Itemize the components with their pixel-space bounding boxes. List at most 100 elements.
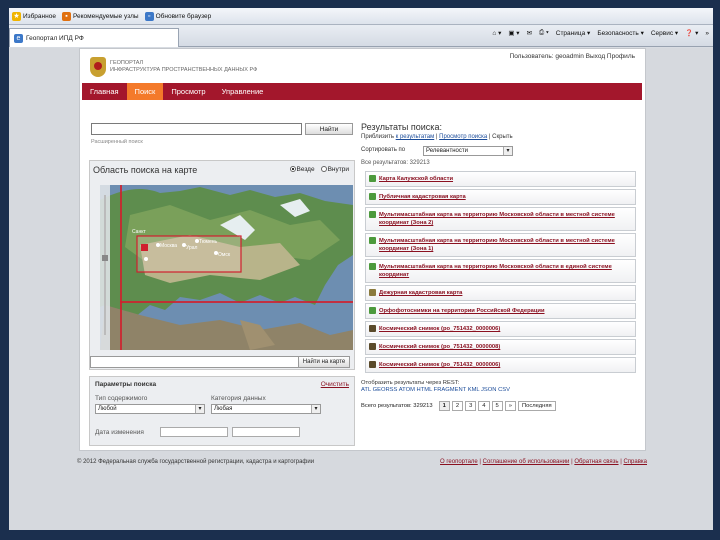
content-type-select[interactable]: Любой xyxy=(95,404,205,414)
result-title[interactable]: Космический снимок (ро_751432_0000006) xyxy=(379,326,500,332)
data-category-label: Категория данных xyxy=(211,395,266,402)
map-layer-icon xyxy=(369,175,376,182)
map-marker-icon xyxy=(141,244,148,251)
feedback-link[interactable]: Обратная связь xyxy=(574,459,618,465)
result-title[interactable]: Мультимасштабная карта на территорию Мос… xyxy=(379,212,615,226)
pagination: Всего результатов: 329213 1 2 3 4 5 » По… xyxy=(361,401,556,411)
result-title[interactable]: Космический снимок (ро_751432_0000008) xyxy=(379,344,500,350)
map-layer-icon xyxy=(369,263,376,270)
user-bar[interactable]: Пользователь: geoadmin Выход Профиль xyxy=(510,53,635,60)
map-layer-icon xyxy=(369,211,376,218)
map-label: Тюмень xyxy=(199,239,218,245)
page-3[interactable]: 3 xyxy=(465,401,477,411)
map-layer-icon xyxy=(369,307,376,314)
nav-search[interactable]: Поиск xyxy=(126,83,164,100)
recommended-sites-link[interactable]: ▪ Рекомендуемые узлы xyxy=(61,11,139,21)
result-item[interactable]: Мультимасштабная карта на территорию Мос… xyxy=(365,259,636,283)
sort-select[interactable]: Релевантности xyxy=(423,146,513,156)
result-title[interactable]: Мультимасштабная карта на территорию Мос… xyxy=(379,264,612,278)
nav-home[interactable]: Главная xyxy=(82,83,127,100)
tools-menu[interactable]: Сервис ▾ xyxy=(651,29,678,37)
result-title[interactable]: Карта Калужской области xyxy=(379,176,453,182)
result-item[interactable]: Карта Калужской области xyxy=(365,171,636,187)
update-browser-link[interactable]: ▫ Обновите браузер xyxy=(144,11,211,21)
search-params-panel: Параметры поиска Очистить Тип содержимог… xyxy=(89,376,355,446)
map-location-input[interactable] xyxy=(90,356,300,368)
total-results: Всего результатов: 329213 xyxy=(361,403,433,409)
terms-link[interactable]: Соглашение об использовании xyxy=(483,459,570,465)
security-menu[interactable]: Безопасность ▾ xyxy=(597,29,644,37)
page-4[interactable]: 4 xyxy=(478,401,490,411)
tab-bar: e Геопортал ИПД РФ ⌂ ▾ ▣ ▾ ✉ ⎙ ▾ Страниц… xyxy=(9,25,713,47)
feeds-icon[interactable]: ▣ ▾ xyxy=(508,29,519,37)
image-icon xyxy=(369,343,376,350)
result-title[interactable]: Дежурная кадастровая карта xyxy=(379,290,462,296)
result-item[interactable]: Космический снимок (ро_751432_0000008) xyxy=(365,339,636,355)
result-item[interactable]: Дежурная кадастровая карта xyxy=(365,285,636,301)
image-icon xyxy=(369,361,376,368)
home-icon[interactable]: ⌂ ▾ xyxy=(492,29,501,37)
view-search-link[interactable]: Просмотр поиска xyxy=(439,134,487,140)
page-menu[interactable]: Страница ▾ xyxy=(556,29,591,37)
data-category-select[interactable]: Любая xyxy=(211,404,321,414)
about-link[interactable]: О геопортале xyxy=(440,459,478,465)
result-title[interactable]: Мультимасштабная карта на территорию Мос… xyxy=(379,238,615,252)
feed-icon: ▪ xyxy=(61,11,71,21)
date-to-input[interactable] xyxy=(232,427,300,437)
radio-all[interactable]: Везде xyxy=(289,166,315,173)
result-item[interactable]: Космический снимок (ро_751432_0000006) xyxy=(365,321,636,337)
map-label: Москва xyxy=(160,243,177,249)
result-title[interactable]: Космический снимок (ро_751432_0000006) xyxy=(379,362,500,368)
map-panel-title: Область поиска на карте xyxy=(93,165,198,175)
help-icon[interactable]: ❓ ▾ xyxy=(685,29,698,37)
map-label: Санкт xyxy=(132,229,146,235)
advanced-search-link[interactable]: Расширенный поиск xyxy=(91,139,143,145)
search-button[interactable]: Найти xyxy=(305,123,353,135)
result-item[interactable]: Публичная кадастровая карта xyxy=(365,189,636,205)
format-links[interactable]: ATL GEORSS ATOM HTML FRAGMENT KML JSON C… xyxy=(361,387,510,394)
results-list: Карта Калужской области Публичная кадастр… xyxy=(365,171,636,375)
params-title: Параметры поиска xyxy=(95,381,157,388)
modified-date-label: Дата изменения xyxy=(95,429,144,436)
last-page[interactable]: Последняя xyxy=(518,401,556,411)
site-logo[interactable]: Геопортал инфраструктура пространственны… xyxy=(90,57,257,77)
map-search-panel: Область поиска на карте Везде Внутри Мос… xyxy=(89,160,355,370)
next-page[interactable]: » xyxy=(504,401,516,411)
more-chevron-icon[interactable]: » xyxy=(705,30,709,37)
command-bar: ⌂ ▾ ▣ ▾ ✉ ⎙ ▾ Страница ▾ Безопасность ▾ … xyxy=(492,29,709,37)
search-input[interactable] xyxy=(91,123,302,135)
results-title: Результаты поиска: xyxy=(361,122,442,132)
date-from-input[interactable] xyxy=(160,427,228,437)
help-link[interactable]: Справка xyxy=(623,459,647,465)
favorites-button[interactable]: ★ Избранное xyxy=(12,11,56,21)
result-item[interactable]: Орфофотоснимки на территории Российской … xyxy=(365,303,636,319)
page-1[interactable]: 1 xyxy=(438,401,450,411)
nav-manage[interactable]: Управление xyxy=(214,83,272,100)
result-item[interactable]: Мультимасштабная карта на территорию Мос… xyxy=(365,207,636,231)
page-5[interactable]: 5 xyxy=(491,401,503,411)
map-label: Урал xyxy=(186,245,198,251)
content-type-label: Тип содержимого xyxy=(95,395,148,402)
tab-geoportal[interactable]: e Геопортал ИПД РФ xyxy=(9,28,179,47)
radio-inside[interactable]: Внутри xyxy=(320,166,349,173)
result-title[interactable]: Публичная кадастровая карта xyxy=(379,194,466,200)
result-item[interactable]: Мультимасштабная карта на территорию Мос… xyxy=(365,233,636,257)
print-icon[interactable]: ⎙ ▾ xyxy=(539,29,549,37)
mail-icon[interactable]: ✉ xyxy=(527,29,532,37)
map-extent-options: Везде Внутри xyxy=(289,166,349,173)
search-map[interactable]: Москва Санкт Тюмень Омск Урал xyxy=(100,185,353,350)
nav-view[interactable]: Просмотр xyxy=(163,83,213,100)
result-item[interactable]: Космический снимок (ро_751432_0000006) xyxy=(365,357,636,373)
map-label: Омск xyxy=(218,252,231,258)
results-count: Все результатов: 329213 xyxy=(361,160,430,166)
result-title[interactable]: Орфофотоснимки на территории Российской … xyxy=(379,308,545,314)
hide-link[interactable]: Скрыть xyxy=(492,134,512,140)
zoom-to-results-link[interactable]: к результатам xyxy=(396,134,435,140)
browser-window: ★ Избранное ▪ Рекомендуемые узлы ▫ Обнов… xyxy=(9,8,713,530)
map-canvas[interactable]: Москва Санкт Тюмень Омск Урал xyxy=(100,185,353,350)
clear-params-link[interactable]: Очистить xyxy=(321,381,349,388)
page-icon: ▫ xyxy=(144,11,154,21)
sort-label: Сортировать по xyxy=(361,147,406,153)
find-on-map-button[interactable]: Найти на карте xyxy=(298,356,350,368)
page-2[interactable]: 2 xyxy=(451,401,464,411)
